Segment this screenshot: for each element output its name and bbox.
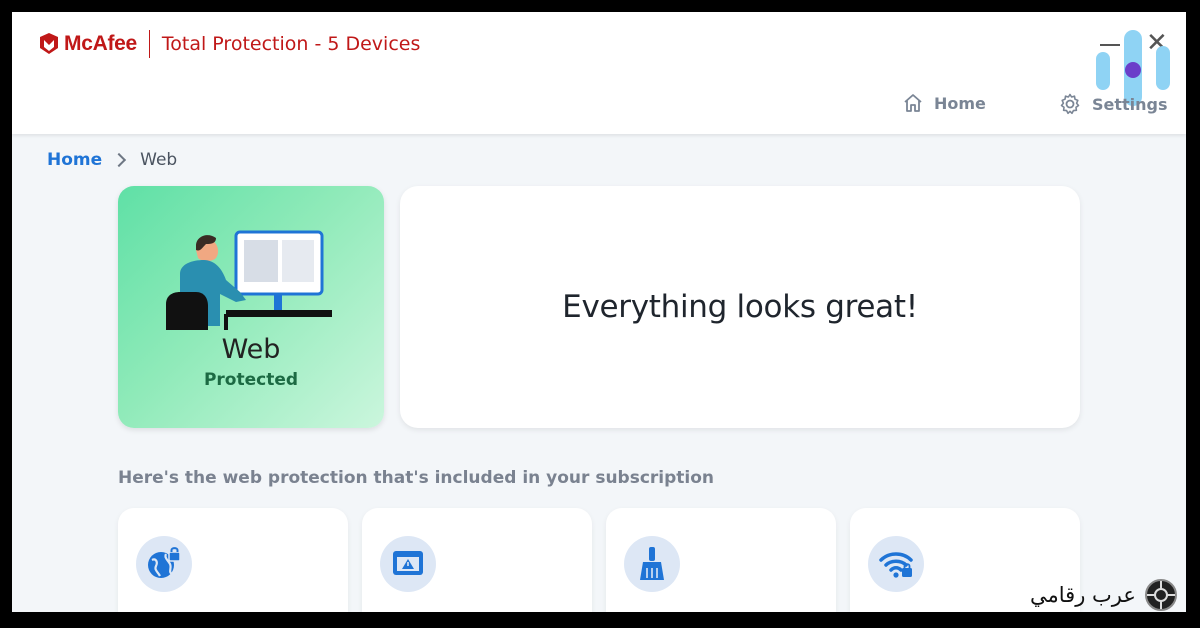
gear-icon	[1060, 93, 1080, 115]
feature-icon-circle	[868, 536, 924, 592]
nav-settings[interactable]: Settings	[1058, 92, 1168, 116]
watermark-text: عرب رقامي	[1030, 583, 1136, 607]
status-message-card: Everything looks great!	[400, 186, 1080, 428]
globe-lock-icon	[148, 547, 181, 578]
wifi-lock-icon	[879, 552, 913, 578]
feature-icon-circle	[380, 536, 436, 592]
feature-card-web-protection[interactable]	[118, 508, 348, 612]
nav-home[interactable]: Home	[902, 92, 986, 114]
feature-card-cleanup[interactable]	[606, 508, 836, 612]
status-message: Everything looks great!	[562, 289, 918, 325]
feature-icon-circle	[624, 536, 680, 592]
breadcrumb: Home Web	[47, 150, 177, 170]
mcafee-shield-icon	[40, 33, 58, 54]
product-title: Total Protection - 5 Devices	[161, 33, 421, 55]
breadcrumb-current: Web	[140, 150, 178, 170]
browser-alert-icon	[393, 551, 423, 575]
feature-card-browser-alerts[interactable]	[362, 508, 592, 612]
home-icon	[904, 94, 922, 112]
nav-settings-label: Settings	[1092, 94, 1168, 114]
broom-icon	[640, 547, 664, 580]
person-at-computer-illustration	[166, 230, 332, 330]
protection-status: Protected	[203, 370, 299, 390]
section-title: Here's the web protection that's include…	[118, 468, 715, 488]
brand: McAfee Total Protection - 5 Devices	[38, 30, 420, 58]
brand-divider	[148, 30, 150, 58]
hero-title: Web	[221, 334, 281, 365]
crosshair-logo-icon	[1144, 579, 1177, 611]
nav-home-label: Home	[934, 93, 986, 113]
web-status-card: Web Protected	[118, 186, 384, 428]
app-header: McAfee Total Protection - 5 Devices ✕ Ho…	[12, 12, 1186, 134]
site-watermark: عرب رقامي	[1030, 578, 1178, 612]
logo-text: McAfee	[64, 32, 137, 55]
app-window: McAfee Total Protection - 5 Devices ✕ Ho…	[12, 12, 1186, 612]
chevron-right-icon	[112, 152, 127, 168]
feature-icon-circle	[136, 536, 192, 592]
breadcrumb-home-link[interactable]: Home	[47, 150, 102, 170]
